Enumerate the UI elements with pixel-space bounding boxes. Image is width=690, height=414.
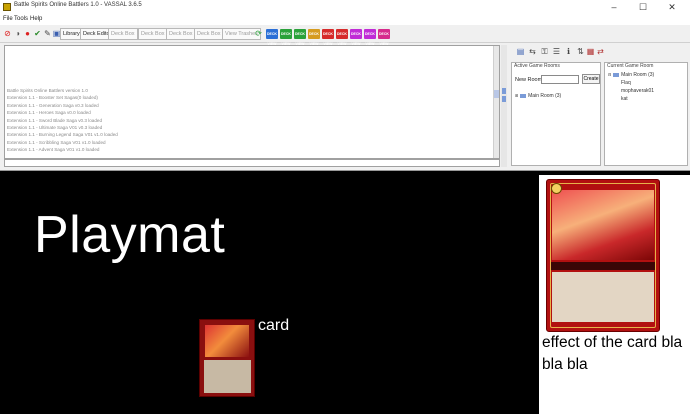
room-tree-item[interactable]: ⊞ Main Room (3) bbox=[515, 93, 561, 99]
application-window: Battle Spirits Online Battlers 1.0 - VAS… bbox=[0, 0, 690, 171]
menu-tools[interactable]: Tools bbox=[14, 16, 28, 22]
log-line: Extension 1.1 - Sword Blade Saga v0.3 lo… bbox=[7, 117, 102, 123]
card-preview-image bbox=[546, 179, 660, 332]
active-game-rooms-panel: Active Game Rooms New Room: Create ⊞ Mai… bbox=[511, 62, 601, 166]
log-scroll-thumb[interactable] bbox=[494, 90, 499, 98]
check-icon[interactable]: ✔ bbox=[33, 29, 42, 39]
log-line: Extension 1.1 - Generation Saga v0.3 loa… bbox=[7, 102, 99, 108]
rooms-panel-title: Active Game Rooms bbox=[514, 63, 560, 69]
card-thumbnail[interactable] bbox=[199, 319, 255, 397]
player-item[interactable]: kat bbox=[621, 96, 628, 102]
current-room-node[interactable]: ⊟ Main Room (3) bbox=[608, 72, 654, 78]
card-name-bar bbox=[551, 262, 655, 270]
deck-view-button-9[interactable]: DECK VIEW bbox=[378, 29, 390, 46]
step-icon[interactable]: ◑ bbox=[13, 29, 22, 39]
load-log-icon[interactable]: ⇄ bbox=[596, 46, 605, 57]
connect-icon[interactable]: ⇆ bbox=[528, 46, 537, 57]
log-line: Battle Spirits Online Battlers version 1… bbox=[7, 88, 88, 93]
deck-box-button-1[interactable]: Deck Box bbox=[108, 28, 138, 40]
deck-view-button-4[interactable]: DECK VIEW bbox=[308, 29, 320, 46]
synchronize-icon[interactable]: ⇅ bbox=[576, 46, 585, 57]
room-folder-icon bbox=[519, 93, 526, 98]
deck-view-button-1[interactable]: DECK VIEW bbox=[266, 29, 278, 46]
window-title: Battle Spirits Online Battlers 1.0 - VAS… bbox=[14, 2, 142, 8]
deck-view-button-3[interactable]: DECK VIEW bbox=[294, 29, 306, 46]
current-room-label: Main Room (3) bbox=[621, 72, 655, 78]
room-tree-label: Main Room (3) bbox=[528, 93, 562, 99]
card-preview-text-box bbox=[552, 272, 654, 322]
deck-box-button-3[interactable]: Deck Box bbox=[166, 28, 196, 40]
record-icon[interactable]: ● bbox=[23, 29, 32, 39]
menu-file[interactable]: File bbox=[3, 16, 13, 22]
deck-view-button-2[interactable]: DECK VIEW bbox=[280, 29, 292, 46]
log-line: Extension 1.1 - Scribbling Saga V01 v1.0… bbox=[7, 139, 106, 145]
maximize-button[interactable]: ☐ bbox=[632, 0, 654, 15]
main-toolbar: ⊘ ◑ ● ✔ ✎ ▣ Library Deck Editor Deck Box… bbox=[0, 26, 690, 46]
playmat-title: Playmat bbox=[34, 206, 226, 264]
expand-toggle-icon[interactable]: ⊞ bbox=[515, 93, 518, 98]
deck-view-button-8[interactable]: DECK VIEW bbox=[364, 29, 376, 46]
chat-log-panel: Battle Spirits Online Battlers version 1… bbox=[4, 45, 500, 159]
edit-icon[interactable]: ✎ bbox=[43, 29, 52, 39]
menu-bar: File Tools Help bbox=[0, 15, 690, 25]
deck-box-button-4[interactable]: Deck Box bbox=[194, 28, 224, 40]
log-scrollbar[interactable] bbox=[493, 46, 499, 158]
expand-arrow-icon[interactable] bbox=[502, 96, 506, 102]
info-icon[interactable]: ℹ bbox=[564, 46, 573, 57]
chat-log: Battle Spirits Online Battlers version 1… bbox=[7, 87, 118, 154]
app-icon bbox=[3, 3, 11, 11]
card-effect-text: effect of the card bla bla bla bbox=[542, 334, 683, 373]
deck-box-button-2[interactable]: Deck Box bbox=[138, 28, 168, 40]
close-button[interactable]: ✕ bbox=[661, 0, 683, 15]
create-room-button[interactable]: Create bbox=[582, 74, 600, 84]
deck-view-button-6[interactable]: DECK VIEW bbox=[336, 29, 348, 46]
refresh-icon[interactable]: ⟳ bbox=[254, 29, 263, 39]
collapse-arrow-icon[interactable] bbox=[502, 88, 506, 94]
current-game-room-panel: Current Game Room ⊟ Main Room (3) Flaq m… bbox=[604, 62, 688, 166]
card-effect-panel: effect of the card bla bla bla bbox=[539, 175, 690, 414]
lock-icon[interactable]: ⚿ bbox=[540, 46, 549, 57]
list-icon[interactable]: ☰ bbox=[552, 46, 561, 57]
server-icon[interactable]: ▤ bbox=[516, 46, 525, 57]
deck-view-button-5[interactable]: DECK VIEW bbox=[322, 29, 334, 46]
collapse-toggle-icon[interactable]: ⊟ bbox=[608, 72, 611, 77]
card-preview-art bbox=[552, 190, 654, 260]
stop-icon[interactable]: ⊘ bbox=[3, 29, 12, 39]
log-line: Extension 1.1 - Ultimate Saga V01 v0.3 l… bbox=[7, 125, 103, 131]
deck-view-button-7[interactable]: DECK VIEW bbox=[350, 29, 362, 46]
card-art bbox=[205, 325, 249, 357]
log-line: Extension 1.1 - Burning Legend Saga V01 … bbox=[7, 132, 118, 138]
menu-help[interactable]: Help bbox=[30, 16, 42, 22]
server-toolbar: ▤ ⇆ ⚿ ☰ ℹ ⇅ ▦ ⇄ bbox=[512, 45, 688, 59]
log-line: Extension 1.1 - Booster Set Sagas(0 load… bbox=[7, 95, 98, 101]
card-text-box bbox=[204, 360, 251, 393]
minimize-button[interactable]: – bbox=[603, 0, 625, 15]
panel-splitter[interactable] bbox=[501, 45, 507, 167]
new-room-label: New Room: bbox=[515, 77, 544, 83]
card-label: card bbox=[258, 317, 290, 334]
player-item[interactable]: mophaverak01 bbox=[621, 88, 654, 94]
room-folder-icon bbox=[612, 72, 619, 77]
log-line: Extension 1.1 - Heroes Saga v0.0 loaded bbox=[7, 110, 91, 116]
chat-input[interactable] bbox=[4, 159, 500, 167]
player-item[interactable]: Flaq bbox=[621, 80, 631, 86]
new-room-input[interactable] bbox=[541, 75, 579, 84]
save-log-icon[interactable]: ▦ bbox=[586, 46, 595, 57]
log-line: Extension 1.1 - Advent Saga V01 v1.0 loa… bbox=[7, 147, 100, 153]
title-bar: Battle Spirits Online Battlers 1.0 - VAS… bbox=[0, 0, 690, 15]
users-panel-title: Current Game Room bbox=[607, 63, 654, 69]
card-cost-icon bbox=[551, 183, 562, 194]
